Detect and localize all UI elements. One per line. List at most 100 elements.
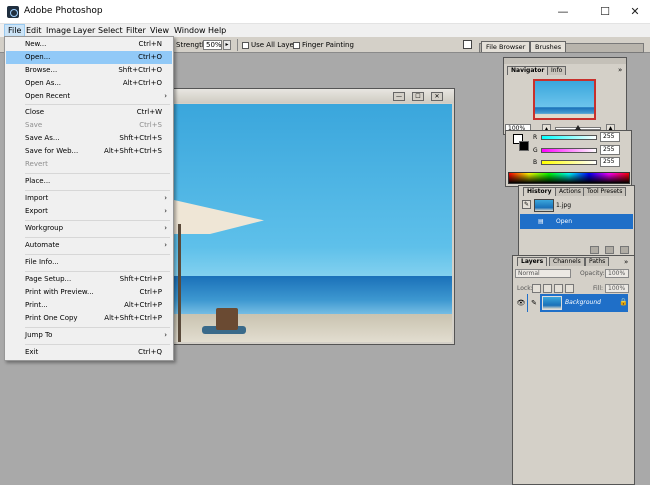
menu-item-open-recent[interactable]: Open Recent › <box>6 90 172 103</box>
menu-item-new[interactable]: New... Ctrl+N <box>6 38 172 51</box>
history-item-label: Open <box>556 218 573 225</box>
lock-position-icon[interactable] <box>554 284 563 293</box>
finger-painting-label: Finger Painting <box>302 41 354 49</box>
menu-separator <box>25 271 170 272</box>
menu-item-export[interactable]: Export › <box>6 205 172 218</box>
fill-label: Fill: <box>593 285 604 292</box>
menu-item-exit[interactable]: Exit Ctrl+Q <box>6 346 172 359</box>
history-item-label: 1.jpg <box>556 202 572 209</box>
layers-menu-icon[interactable]: » <box>624 258 628 266</box>
menu-item-automate[interactable]: Automate › <box>6 239 172 252</box>
navigator-thumbnail[interactable] <box>533 79 596 120</box>
tab-info[interactable]: Info <box>547 66 567 75</box>
layer-lock-icon: 🔒 <box>619 298 628 306</box>
history-item-open[interactable]: ▤ Open <box>520 214 633 229</box>
menu-item-revert: Revert <box>25 160 48 168</box>
menu-item-save: Save Ctrl+S <box>25 121 162 129</box>
tab-file-browser[interactable]: File Browser <box>481 41 531 52</box>
lock-image-icon[interactable] <box>543 284 552 293</box>
tab-tool-presets[interactable]: Tool Presets <box>583 187 627 196</box>
minimize-button[interactable]: — <box>546 0 580 24</box>
menu-item-print-one-copy[interactable]: Print One Copy Alt+Shft+Ctrl+P <box>6 312 172 325</box>
umbrella-shape <box>174 200 264 234</box>
new-document-from-state-icon[interactable] <box>590 246 599 254</box>
tab-channels[interactable]: Channels <box>549 257 585 266</box>
beach-photo-canvas[interactable] <box>174 104 452 342</box>
umbrella-pole <box>178 224 181 342</box>
menu-item-print-with-preview[interactable]: Print with Preview... Ctrl+P <box>6 286 172 299</box>
fill-input[interactable]: 100% <box>605 284 629 293</box>
menu-item-jump-to[interactable]: Jump To › <box>6 329 172 342</box>
tab-paths[interactable]: Paths <box>585 257 610 266</box>
doc-maximize-button[interactable]: ☐ <box>412 92 424 101</box>
menu-item-open-as[interactable]: Open As... Alt+Ctrl+O <box>6 77 172 90</box>
channel-g-label: G <box>533 147 538 154</box>
channel-r-slider[interactable] <box>541 135 597 140</box>
menu-separator <box>25 220 170 221</box>
lock-transparency-icon[interactable] <box>532 284 541 293</box>
file-menu-dropdown: New... Ctrl+N Open... Ctrl+O Browse... Shft… <box>4 36 174 361</box>
tab-actions[interactable]: Actions <box>555 187 585 196</box>
use-all-layers-checkbox[interactable] <box>242 42 249 49</box>
layer-visibility-eye-icon[interactable]: 👁 <box>515 294 527 312</box>
options-separator <box>237 39 238 51</box>
menu-item-browse[interactable]: Browse... Shft+Ctrl+O <box>6 64 172 77</box>
menu-item-workgroup[interactable]: Workgroup › <box>6 222 172 235</box>
basket-shape <box>216 308 238 330</box>
window-title: Adobe Photoshop <box>24 6 103 16</box>
submenu-arrow-icon: › <box>164 224 167 232</box>
menu-separator <box>25 173 170 174</box>
finger-painting-checkbox[interactable] <box>293 42 300 49</box>
palette-grip[interactable] <box>504 58 626 64</box>
menu-item-save-for-web[interactable]: Save for Web... Alt+Shft+Ctrl+S <box>6 145 172 158</box>
layer-brush-icon[interactable]: ✎ <box>528 294 540 312</box>
navigator-menu-icon[interactable]: » <box>618 66 622 74</box>
menu-item-import[interactable]: Import › <box>6 192 172 205</box>
close-button[interactable]: ✕ <box>618 0 650 24</box>
delete-state-icon[interactable] <box>620 246 629 254</box>
submenu-arrow-icon: › <box>164 207 167 215</box>
maximize-button[interactable]: ☐ <box>588 0 622 24</box>
menu-separator <box>25 190 170 191</box>
channel-r-input[interactable]: 255 <box>600 132 620 142</box>
menu-help[interactable]: Help <box>205 24 229 37</box>
layer-name: Background <box>565 299 601 306</box>
blend-mode-select[interactable]: Normal <box>515 269 571 278</box>
menu-item-open[interactable]: Open... Ctrl+O <box>6 51 172 64</box>
lock-all-icon[interactable] <box>565 284 574 293</box>
tab-navigator[interactable]: Navigator <box>507 66 549 75</box>
lock-label: Lock: <box>517 285 533 292</box>
menu-item-file-info[interactable]: File Info... <box>6 256 172 269</box>
tab-brushes[interactable]: Brushes <box>530 41 567 52</box>
menu-item-page-setup[interactable]: Page Setup... Shft+Ctrl+P <box>6 273 172 286</box>
menu-separator <box>25 237 170 238</box>
submenu-arrow-icon: › <box>164 331 167 339</box>
title-bar: Adobe Photoshop — ☐ ✕ <box>0 0 650 24</box>
menu-item-save-as[interactable]: Save As... Shft+Ctrl+S <box>6 132 172 145</box>
channel-b-slider[interactable] <box>541 160 597 165</box>
new-snapshot-icon[interactable] <box>605 246 614 254</box>
history-snapshot-thumbnail <box>534 199 554 212</box>
history-brush-source-icon[interactable]: ✎ <box>522 200 531 209</box>
channel-b-input[interactable]: 255 <box>600 157 620 167</box>
document-title-bar[interactable]: — ☐ ✕ <box>169 89 454 103</box>
color-spectrum-bar[interactable] <box>508 172 630 184</box>
strength-input[interactable]: 50% <box>203 40 222 50</box>
doc-minimize-button[interactable]: — <box>393 92 405 101</box>
opacity-label: Opacity: <box>580 270 605 277</box>
document-icon[interactable] <box>463 40 472 49</box>
background-color-swatch[interactable] <box>519 141 529 151</box>
menu-item-place[interactable]: Place... <box>6 175 172 188</box>
tab-layers[interactable]: Layers <box>517 257 548 266</box>
tab-history[interactable]: History <box>523 187 556 196</box>
menu-item-close[interactable]: Close Ctrl+W <box>6 106 172 119</box>
channel-g-slider[interactable] <box>541 148 597 153</box>
channel-r-label: R <box>533 134 538 141</box>
menu-separator <box>25 104 170 105</box>
doc-close-button[interactable]: ✕ <box>431 92 443 101</box>
menu-item-print[interactable]: Print... Alt+Ctrl+P <box>6 299 172 312</box>
menu-window[interactable]: Window <box>171 24 209 37</box>
strength-arrow-button[interactable]: ▸ <box>223 40 231 50</box>
channel-g-input[interactable]: 255 <box>600 145 620 155</box>
opacity-input[interactable]: 100% <box>605 269 629 278</box>
